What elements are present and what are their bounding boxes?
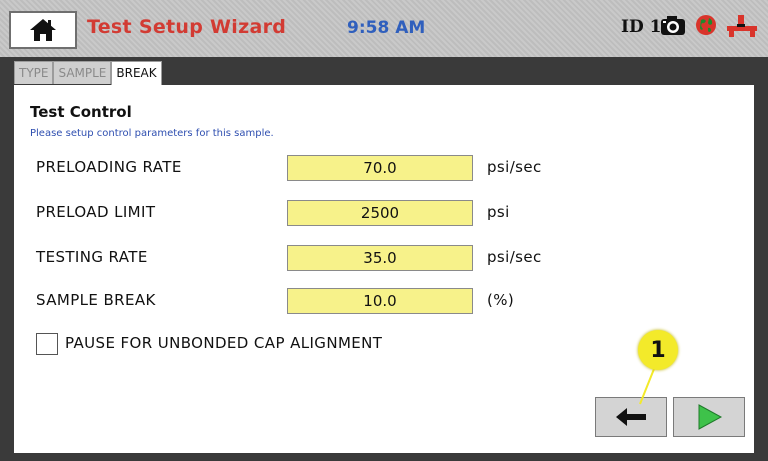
testing-rate-input[interactable]: 35.0 [287,245,473,271]
camera-icon[interactable] [660,14,686,36]
preloading-rate-input[interactable]: 70.0 [287,155,473,181]
app-window: Test Setup Wizard 9:58 AM ID 1 TYPE SAMP… [0,0,768,461]
callout-badge: 1 [638,330,678,370]
tab-type[interactable]: TYPE [14,61,54,84]
play-right-icon [698,404,723,430]
globe-icon[interactable] [695,14,717,36]
tab-bar: TYPE SAMPLE BREAK [14,61,162,86]
sample-break-unit: (%) [487,291,515,309]
home-icon [30,19,56,41]
preloading-rate-label: PRELOADING RATE [36,158,182,176]
section-title: Test Control [30,103,132,121]
preload-limit-label: PRELOAD LIMIT [36,203,156,221]
testing-rate-unit: psi/sec [487,248,542,266]
testing-rate-label: TESTING RATE [36,248,148,266]
clock-time: 9:58 AM [347,18,426,38]
preloading-rate-unit: psi/sec [487,158,542,176]
id-label: ID 1 [621,17,662,37]
tab-break[interactable]: BREAK [111,61,162,86]
sample-break-input[interactable]: 10.0 [287,288,473,314]
connector-icon[interactable] [726,14,758,38]
preload-limit-unit: psi [487,203,510,221]
tab-sample[interactable]: SAMPLE [53,61,112,84]
header-bar: Test Setup Wizard 9:58 AM ID 1 [0,0,768,57]
preload-limit-input[interactable]: 2500 [287,200,473,226]
pause-cap-alignment-label: PAUSE FOR UNBONDED CAP ALIGNMENT [65,334,383,352]
pause-cap-alignment-checkbox[interactable] [36,333,58,355]
sample-break-label: SAMPLE BREAK [36,291,156,309]
wizard-title: Test Setup Wizard [87,16,287,38]
section-subtitle: Please setup control parameters for this… [30,128,274,139]
next-button[interactable] [673,397,745,437]
home-button[interactable] [9,11,77,49]
